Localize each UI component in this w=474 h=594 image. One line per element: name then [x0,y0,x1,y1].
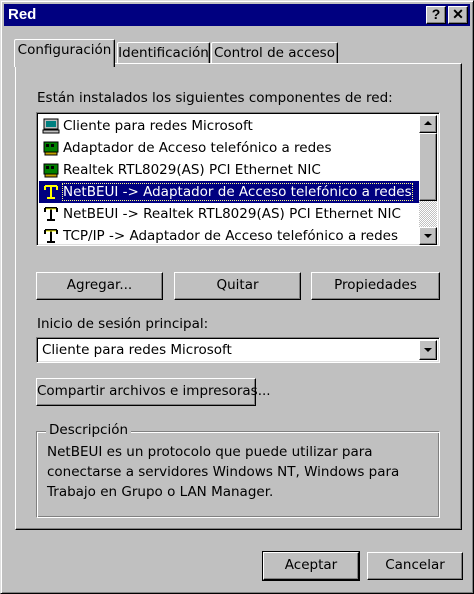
logon-select[interactable]: Cliente para redes Microsoft [36,337,440,363]
share-button-label: Compartir archivos e impresoras... [37,383,271,399]
add-button-label: Agregar... [66,277,133,293]
remove-button[interactable]: Quitar [174,272,301,300]
list-item-label: TCP/IP -> Adaptador de Acceso telefónico… [63,228,398,244]
arrow-down-icon [424,234,432,238]
dropdown-button[interactable] [419,340,437,360]
remove-button-label: Quitar [216,277,259,293]
cancel-button-label: Cancelar [385,557,445,573]
list-item[interactable]: Cliente para redes Microsoft [39,115,420,137]
network-dialog: Red ? ✕ Configuración Identificación Con… [0,0,474,594]
list-item-label: Cliente para redes Microsoft [63,118,253,134]
arrow-up-icon [424,121,432,125]
chevron-down-icon [424,348,432,352]
logon-label: Inicio de sesión principal: [37,316,209,332]
scroll-up-button[interactable] [419,115,437,133]
description-title: Descripción [46,422,132,438]
list-item-label: NetBEUI -> Realtek RTL8029(AS) PCI Ether… [63,206,401,222]
add-button[interactable]: Agregar... [36,272,163,300]
properties-button-label: Propiedades [334,277,417,293]
ok-button[interactable]: Aceptar [262,551,360,581]
cancel-button[interactable]: Cancelar [367,552,463,580]
protocol-icon [44,185,58,199]
components-label: Están instalados los siguientes componen… [37,90,393,106]
scroll-down-button[interactable] [419,227,437,245]
description-group: Descripción NetBEUI es un protocolo que … [36,422,440,518]
list-item[interactable]: NetBEUI -> Realtek RTL8029(AS) PCI Ether… [39,203,420,225]
network-adapter-icon [43,163,59,178]
protocol-icon [44,207,58,221]
ok-button-label: Aceptar [284,557,338,573]
share-files-printers-button[interactable]: Compartir archivos e impresoras... [36,378,271,406]
properties-button[interactable]: Propiedades [311,272,440,300]
list-item[interactable]: Adaptador de Acceso telefónico a redes [39,137,420,159]
description-text: NetBEUI es un protocolo que puede utiliz… [47,444,400,500]
computer-icon [42,118,60,134]
vertical-scrollbar[interactable] [419,115,437,245]
list-item[interactable]: NetBEUI -> Adaptador de Acceso telefónic… [39,181,420,203]
list-item-label: Adaptador de Acceso telefónico a redes [63,140,332,156]
protocol-icon [44,229,58,243]
list-item-label: NetBEUI -> Adaptador de Acceso telefónic… [62,183,413,201]
list-item[interactable]: Realtek RTL8029(AS) PCI Ethernet NIC [39,159,420,181]
network-adapter-icon [43,141,59,156]
logon-selected-value: Cliente para redes Microsoft [42,342,232,358]
list-item-label: Realtek RTL8029(AS) PCI Ethernet NIC [63,162,321,178]
scroll-thumb[interactable] [419,133,437,201]
list-item[interactable]: TCP/IP -> Adaptador de Acceso telefónico… [39,225,420,247]
components-listbox[interactable]: Cliente para redes Microsoft Adaptador d… [36,112,440,246]
